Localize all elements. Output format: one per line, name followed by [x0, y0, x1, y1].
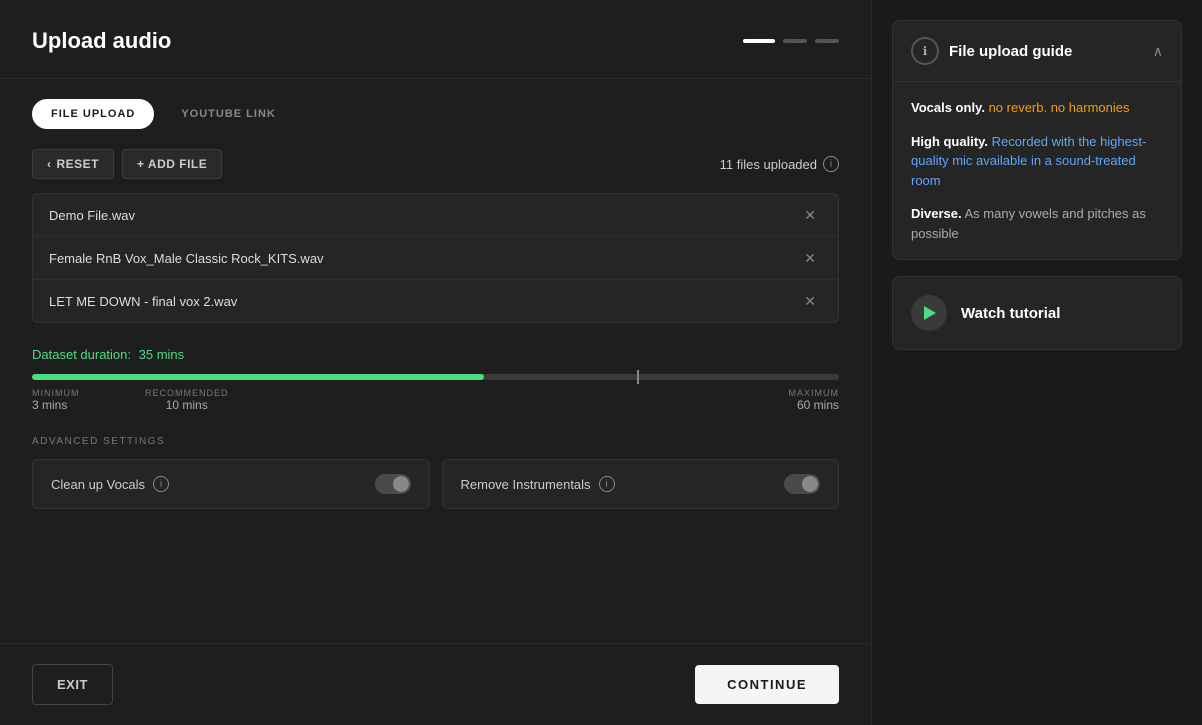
file-toolbar: ‹ RESET + ADD FILE 11 files uploaded i — [32, 149, 839, 179]
files-count-info-icon[interactable]: i — [823, 156, 839, 172]
clean-vocals-label: Clean up Vocals i — [51, 476, 169, 492]
file-name-1: Demo File.wav — [49, 208, 135, 223]
guide-item-1: Vocals only. no reverb. no harmonies — [911, 98, 1163, 118]
play-icon — [924, 306, 936, 320]
files-count: 11 files uploaded i — [720, 156, 839, 172]
content-area: ‹ RESET + ADD FILE 11 files uploaded i D… — [0, 129, 871, 643]
file-name-3: LET ME DOWN - final vox 2.wav — [49, 294, 237, 309]
remove-instrumentals-info-icon[interactable]: i — [599, 476, 615, 492]
clean-vocals-toggle-knob — [393, 476, 409, 492]
duration-section: Dataset duration: 35 mins MINIMUM 3 mins… — [32, 347, 839, 412]
remove-instrumentals-toggle[interactable] — [784, 474, 820, 494]
tab-file-upload[interactable]: FILE UPLOAD — [32, 99, 154, 129]
header: Upload audio — [0, 0, 871, 79]
exit-button[interactable]: EXIT — [32, 664, 113, 705]
guide-title: File upload guide — [949, 43, 1072, 60]
advanced-settings: ADVANCED SETTINGS Clean up Vocals i Remo… — [32, 436, 839, 509]
add-file-button[interactable]: + ADD FILE — [122, 149, 222, 179]
file-remove-1[interactable]: ✕ — [798, 206, 822, 224]
file-item-1: Demo File.wav ✕ — [33, 194, 838, 237]
remove-instrumentals-toggle-knob — [802, 476, 818, 492]
file-remove-2[interactable]: ✕ — [798, 249, 822, 267]
file-item-3: LET ME DOWN - final vox 2.wav ✕ — [33, 280, 838, 322]
continue-button[interactable]: CONTINUE — [695, 665, 839, 704]
remove-instrumentals-label: Remove Instrumentals i — [461, 476, 615, 492]
file-remove-3[interactable]: ✕ — [798, 292, 822, 310]
label-recommended: RECOMMENDED 10 mins — [145, 388, 229, 412]
footer: EXIT CONTINUE — [0, 643, 871, 725]
step-indicators — [743, 39, 839, 43]
guide-header: ℹ File upload guide ∧ — [893, 21, 1181, 82]
guide-info-icon: ℹ — [911, 37, 939, 65]
tutorial-label: Watch tutorial — [961, 305, 1060, 322]
guide-content: Vocals only. no reverb. no harmonies Hig… — [893, 82, 1181, 259]
page-title: Upload audio — [32, 28, 171, 54]
advanced-settings-label: ADVANCED SETTINGS — [32, 436, 839, 447]
left-panel: Upload audio FILE UPLOAD YOUTUBE LINK ‹ … — [0, 0, 872, 725]
clean-vocals-toggle[interactable] — [375, 474, 411, 494]
right-panel: ℹ File upload guide ∧ Vocals only. no re… — [872, 0, 1202, 725]
clean-vocals-info-icon[interactable]: i — [153, 476, 169, 492]
guide-item-3: Diverse. As many vowels and pitches as p… — [911, 204, 1163, 243]
tutorial-card[interactable]: Watch tutorial — [892, 276, 1182, 350]
play-button — [911, 295, 947, 331]
tab-youtube-link[interactable]: YOUTUBE LINK — [162, 99, 295, 129]
guide-card: ℹ File upload guide ∧ Vocals only. no re… — [892, 20, 1182, 260]
remove-instrumentals-card: Remove Instrumentals i — [442, 459, 840, 509]
maximum-marker — [637, 370, 639, 384]
guide-item-2: High quality. Recorded with the highest-… — [911, 132, 1163, 191]
reset-arrow-icon: ‹ — [47, 157, 52, 171]
file-item-2: Female RnB Vox_Male Classic Rock_KITS.wa… — [33, 237, 838, 280]
progress-labels: MINIMUM 3 mins RECOMMENDED 10 mins MAXIM… — [32, 388, 839, 412]
duration-label: Dataset duration: 35 mins — [32, 347, 839, 362]
guide-header-left: ℹ File upload guide — [911, 37, 1072, 65]
step-1-indicator — [743, 39, 775, 43]
file-list: Demo File.wav ✕ Female RnB Vox_Male Clas… — [32, 193, 839, 323]
progress-fill — [32, 374, 484, 380]
label-maximum: MAXIMUM 60 mins — [789, 388, 840, 412]
file-name-2: Female RnB Vox_Male Classic Rock_KITS.wa… — [49, 251, 324, 266]
progress-track — [32, 374, 839, 380]
clean-vocals-card: Clean up Vocals i — [32, 459, 430, 509]
label-minimum: MINIMUM 3 mins — [32, 388, 80, 412]
toolbar-left: ‹ RESET + ADD FILE — [32, 149, 222, 179]
reset-button[interactable]: ‹ RESET — [32, 149, 114, 179]
step-3-indicator — [815, 39, 839, 43]
settings-row: Clean up Vocals i Remove Instrumentals i — [32, 459, 839, 509]
step-2-indicator — [783, 39, 807, 43]
tabs-row: FILE UPLOAD YOUTUBE LINK — [0, 79, 871, 129]
guide-collapse-icon[interactable]: ∧ — [1153, 43, 1163, 60]
duration-value: 35 mins — [139, 347, 185, 362]
